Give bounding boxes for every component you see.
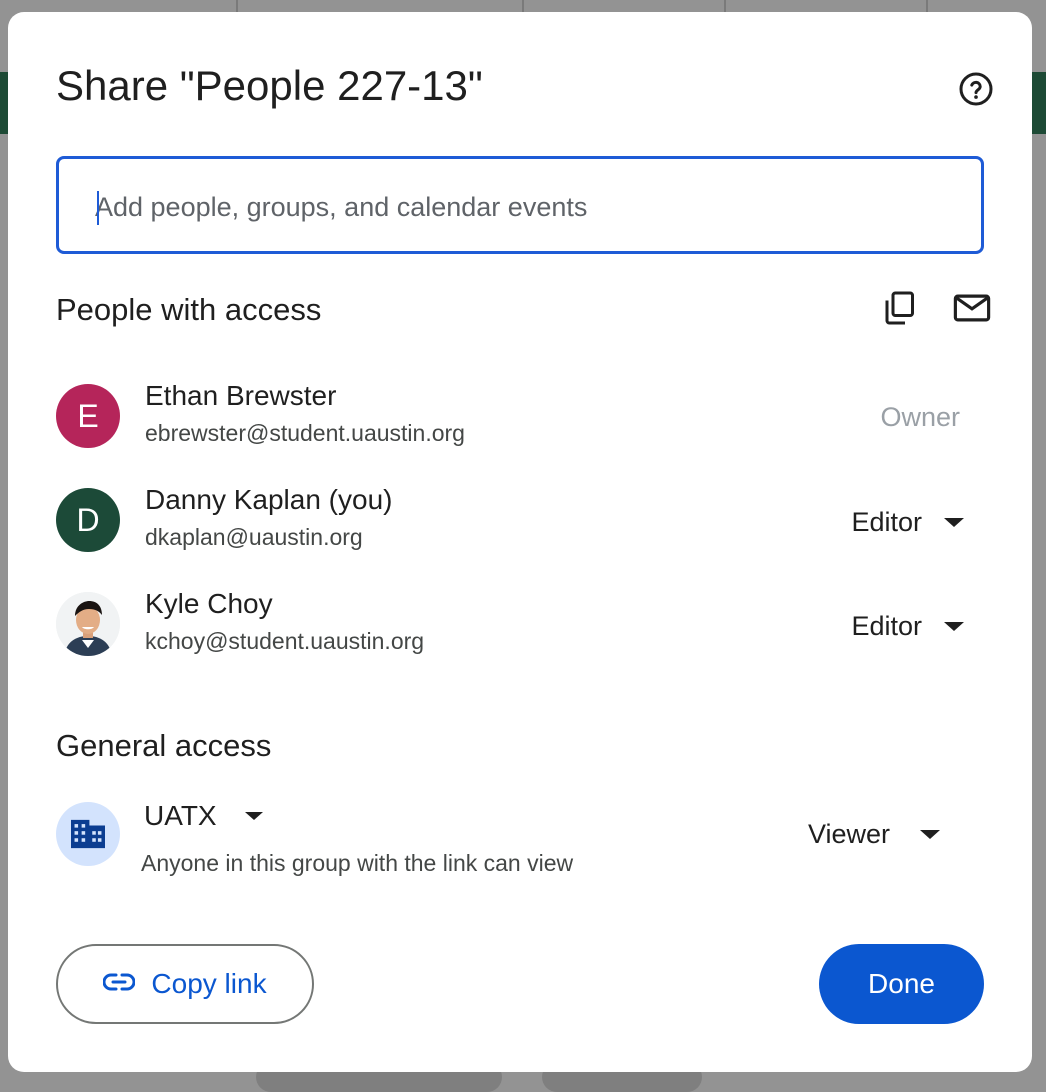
help-icon[interactable] (955, 68, 997, 110)
access-description: Anyone in this group with the link can v… (141, 850, 574, 876)
person-name: Kyle Choy (145, 588, 273, 619)
role-dropdown[interactable]: Editor (851, 604, 964, 648)
person-row: Kyle Choy kchoy@student.uaustin.org Edit… (56, 584, 984, 664)
caret-down-icon (244, 812, 263, 820)
person-name: Ethan Brewster (145, 380, 337, 411)
copy-emails-button[interactable] (875, 286, 923, 334)
general-access-role-dropdown[interactable]: Viewer (808, 812, 941, 856)
bg-gridline (724, 0, 726, 12)
owner-label: Owner (880, 402, 960, 432)
caret-down-icon (920, 829, 941, 839)
bg-gridline (522, 0, 524, 12)
person-email: dkaplan@uaustin.org (145, 524, 363, 550)
access-group-dropdown[interactable]: UATX (144, 796, 263, 836)
person-name: Danny Kaplan (you) (145, 484, 393, 515)
mail-icon (953, 293, 991, 328)
domain-building-icon (56, 802, 120, 866)
role-label: Editor (851, 610, 922, 641)
bg-gridline (236, 0, 238, 12)
add-people-field[interactable] (56, 156, 984, 254)
caret-down-icon (944, 517, 964, 527)
avatar-initial: E (77, 397, 99, 434)
bg-gridline (926, 0, 928, 12)
person-email: ebrewster@student.uaustin.org (145, 420, 465, 446)
link-icon (102, 973, 136, 996)
general-access-heading: General access (56, 728, 272, 763)
role-dropdown[interactable]: Editor (851, 500, 964, 544)
people-with-access-heading: People with access (56, 292, 322, 327)
avatar-initial: D (76, 501, 100, 538)
profile-photo (56, 592, 120, 656)
role-label: Editor (851, 506, 922, 537)
copy-icon (881, 289, 917, 332)
person-row: D Danny Kaplan (you) dkaplan@uaustin.org… (56, 480, 984, 560)
caret-down-icon (944, 621, 964, 631)
done-button[interactable]: Done (819, 944, 984, 1024)
person-row: E Ethan Brewster ebrewster@student.uaust… (56, 376, 984, 456)
avatar: D (56, 488, 120, 552)
share-dialog: Share "People 227-13" People with access (8, 12, 1032, 1072)
avatar: E (56, 384, 120, 448)
email-collaborators-button[interactable] (948, 286, 996, 334)
role-label: Viewer (808, 818, 891, 849)
avatar (56, 592, 120, 656)
dialog-title: Share "People 227-13" (56, 62, 483, 109)
copy-link-button[interactable]: Copy link (56, 944, 314, 1024)
person-email: kchoy@student.uaustin.org (145, 628, 425, 654)
access-group-label: UATX (144, 800, 217, 831)
add-people-input[interactable] (95, 185, 955, 229)
text-cursor (97, 191, 99, 225)
copy-link-label: Copy link (151, 968, 267, 999)
